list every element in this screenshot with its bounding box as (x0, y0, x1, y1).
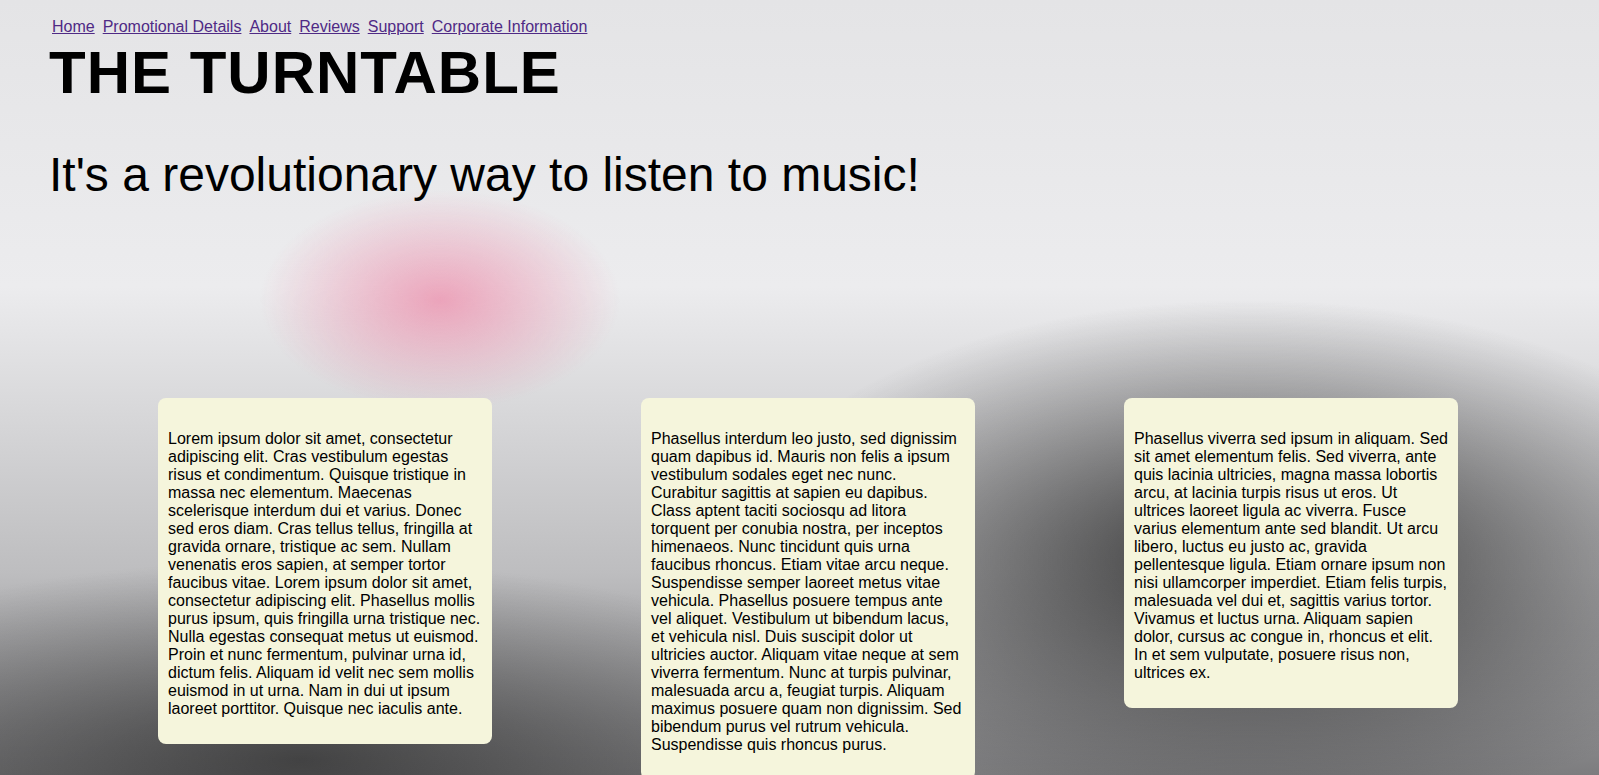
page: Home Promotional Details About Reviews Suppo… (0, 0, 1599, 775)
content: Home Promotional Details About Reviews Suppo… (0, 0, 1599, 775)
card-text: Phasellus viverra sed ipsum in aliquam. … (1134, 430, 1448, 682)
text-card: Phasellus viverra sed ipsum in aliquam. … (1124, 398, 1458, 708)
card-text: Phasellus interdum leo justo, sed dignis… (651, 430, 965, 754)
nav-link[interactable]: Reviews (299, 18, 359, 36)
nav-link[interactable]: Home (52, 18, 95, 36)
nav-link[interactable]: Support (368, 18, 424, 36)
nav-bar: Home Promotional Details About Reviews Suppo… (0, 18, 1599, 36)
nav-link[interactable]: Corporate Information (432, 18, 588, 36)
text-card: Phasellus interdum leo justo, sed dignis… (641, 398, 975, 775)
nav-link[interactable]: About (249, 18, 291, 36)
tagline: It's a revolutionary way to listen to mu… (49, 147, 1599, 202)
nav-link[interactable]: Promotional Details (103, 18, 242, 36)
card-text: Lorem ipsum dolor sit amet, consectetur … (168, 430, 482, 718)
text-card: Lorem ipsum dolor sit amet, consectetur … (158, 398, 492, 744)
card-row: Lorem ipsum dolor sit amet, consectetur … (0, 398, 1599, 775)
site-title: THE TURNTABLE (49, 38, 1599, 107)
